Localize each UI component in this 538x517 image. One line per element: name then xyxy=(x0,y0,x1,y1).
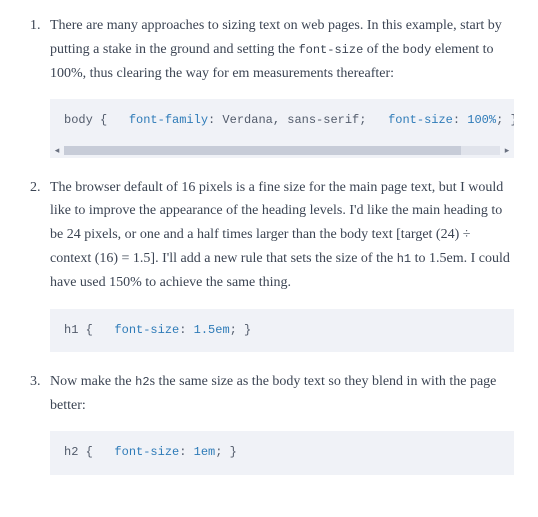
scroll-right-icon[interactable]: ▸ xyxy=(500,143,514,158)
code-block-1-scrollbar[interactable]: ◂ ▸ xyxy=(50,143,514,158)
code-block-2: h1 { font-size: 1.5em; } xyxy=(50,309,514,352)
step-1: There are many approaches to sizing text… xyxy=(44,14,514,158)
code-block-1-content[interactable]: body { font-family: Verdana, sans-serif;… xyxy=(50,99,514,142)
inline-code-h2: h2 xyxy=(135,375,149,389)
step-1-paragraph: There are many approaches to sizing text… xyxy=(50,14,514,85)
step-1-text-b: of the xyxy=(363,42,402,57)
inline-code-body: body xyxy=(403,43,432,57)
step-3: Now make the h2s the same size as the bo… xyxy=(44,370,514,475)
inline-code-font-size: font-size xyxy=(298,43,363,57)
step-3-paragraph: Now make the h2s the same size as the bo… xyxy=(50,370,514,418)
inline-code-h1: h1 xyxy=(397,252,411,266)
scroll-track[interactable] xyxy=(64,146,500,155)
step-3-text-a: Now make the xyxy=(50,374,135,389)
code-block-3: h2 { font-size: 1em; } xyxy=(50,431,514,474)
scroll-left-icon[interactable]: ◂ xyxy=(50,143,64,158)
code-block-2-content[interactable]: h1 { font-size: 1.5em; } xyxy=(50,309,514,352)
steps-list: There are many approaches to sizing text… xyxy=(24,14,514,475)
code-block-3-content[interactable]: h2 { font-size: 1em; } xyxy=(50,431,514,474)
scroll-thumb[interactable] xyxy=(64,146,461,155)
step-2: The browser default of 16 pixels is a fi… xyxy=(44,176,514,352)
step-2-paragraph: The browser default of 16 pixels is a fi… xyxy=(50,176,514,295)
code-block-1: body { font-family: Verdana, sans-serif;… xyxy=(50,99,514,157)
